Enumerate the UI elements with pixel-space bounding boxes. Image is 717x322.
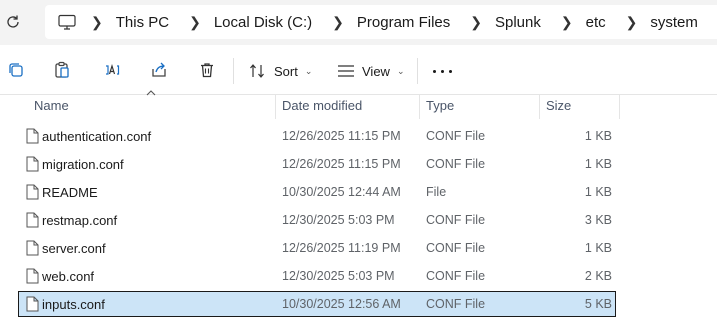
file-size: 5 KB	[584, 297, 612, 311]
table-row[interactable]: README 10/30/2025 12:44 AM File 1 KB	[18, 179, 616, 205]
file-date: 12/30/2025 5:03 PM	[282, 213, 395, 227]
chevron-right-icon[interactable]: ❯	[470, 15, 482, 29]
more-options-icon[interactable]	[433, 70, 453, 74]
file-type: File	[426, 185, 447, 199]
file-size: 2 KB	[584, 269, 612, 283]
breadcrumb-local-disk[interactable]: Local Disk (C:)	[214, 14, 312, 31]
file-type: CONF File	[426, 241, 486, 255]
file-type: CONF File	[426, 269, 486, 283]
file-type: CONF File	[426, 297, 486, 311]
column-divider[interactable]	[619, 95, 620, 119]
file-date: 12/26/2025 11:15 PM	[282, 157, 401, 171]
sort-label: Sort	[274, 63, 298, 79]
view-button[interactable]: View ⌄	[337, 60, 405, 82]
file-size: 1 KB	[584, 157, 612, 171]
breadcrumb[interactable]: ❯ This PC ❯ Local Disk (C:) ❯ Program Fi…	[45, 5, 717, 39]
file-date: 12/30/2025 5:03 PM	[282, 269, 395, 283]
command-bar: Sort ⌄ View ⌄	[0, 46, 717, 95]
file-size: 1 KB	[584, 129, 612, 143]
column-divider[interactable]	[539, 95, 540, 119]
breadcrumb-program-files[interactable]: Program Files	[357, 14, 450, 31]
delete-icon[interactable]	[198, 61, 216, 79]
file-date: 12/26/2025 11:19 PM	[282, 241, 401, 255]
column-divider[interactable]	[275, 95, 276, 119]
sort-icon	[250, 64, 264, 78]
column-divider[interactable]	[419, 95, 420, 119]
column-header-row: Name Date modified Type Size	[0, 95, 717, 119]
file-name: restmap.conf	[42, 213, 118, 228]
column-header-type[interactable]: Type	[426, 98, 454, 113]
refresh-icon[interactable]	[4, 13, 22, 31]
file-icon	[26, 212, 39, 228]
chevron-down-icon: ⌄	[304, 65, 313, 76]
view-label: View	[362, 63, 390, 79]
chevron-right-icon[interactable]: ❯	[91, 15, 103, 29]
chevron-right-icon[interactable]: ❯	[561, 15, 573, 29]
file-icon	[26, 268, 39, 284]
file-name: authentication.conf	[42, 129, 152, 144]
file-type: CONF File	[426, 157, 486, 171]
file-size: 1 KB	[584, 185, 612, 199]
breadcrumb-etc[interactable]: etc	[586, 14, 606, 31]
breadcrumb-splunk[interactable]: Splunk	[495, 14, 541, 31]
toolbar-divider	[417, 58, 418, 84]
chevron-right-icon[interactable]: ❯	[626, 15, 638, 29]
file-icon	[26, 296, 39, 312]
breadcrumb-this-pc[interactable]: This PC	[116, 14, 169, 31]
breadcrumb-system[interactable]: system	[650, 14, 698, 31]
file-size: 1 KB	[584, 241, 612, 255]
table-row-selected[interactable]: inputs.conf 10/30/2025 12:56 AM CONF Fil…	[18, 291, 616, 317]
file-name: inputs.conf	[42, 297, 105, 312]
table-row[interactable]: authentication.conf 12/26/2025 11:15 PM …	[18, 123, 616, 149]
file-icon	[26, 184, 39, 200]
file-date: 10/30/2025 12:44 AM	[282, 185, 401, 199]
address-bar-row: ❯ This PC ❯ Local Disk (C:) ❯ Program Fi…	[0, 0, 717, 45]
table-row[interactable]: server.conf 12/26/2025 11:19 PM CONF Fil…	[18, 235, 616, 261]
file-name: README	[42, 185, 98, 200]
table-row[interactable]: migration.conf 12/26/2025 11:15 PM CONF …	[18, 151, 616, 177]
file-type: CONF File	[426, 129, 486, 143]
paste-icon[interactable]	[53, 61, 71, 79]
column-header-size[interactable]: Size	[546, 98, 571, 113]
table-row[interactable]: restmap.conf 12/30/2025 5:03 PM CONF Fil…	[18, 207, 616, 233]
file-name: migration.conf	[42, 157, 124, 172]
file-icon	[26, 240, 39, 256]
toolbar-divider	[233, 58, 234, 84]
file-name: web.conf	[42, 269, 95, 284]
chevron-right-icon[interactable]: ❯	[189, 15, 201, 29]
share-icon[interactable]	[150, 61, 168, 79]
file-icon	[26, 156, 39, 172]
copy-icon[interactable]	[7, 61, 25, 79]
sort-button[interactable]: Sort ⌄	[249, 60, 312, 82]
column-header-date[interactable]: Date modified	[282, 98, 362, 113]
chevron-down-icon: ⌄	[396, 65, 405, 76]
this-pc-icon[interactable]	[58, 14, 76, 30]
table-row[interactable]: web.conf 12/30/2025 5:03 PM CONF File 2 …	[18, 263, 616, 289]
file-size: 3 KB	[584, 213, 612, 227]
file-type: CONF File	[426, 213, 486, 227]
view-icon	[338, 65, 354, 77]
file-date: 12/26/2025 11:15 PM	[282, 129, 401, 143]
rename-icon[interactable]	[103, 61, 121, 79]
chevron-right-icon[interactable]: ❯	[332, 15, 344, 29]
file-icon	[26, 128, 39, 144]
file-date: 10/30/2025 12:56 AM	[282, 297, 401, 311]
column-header-name[interactable]: Name	[34, 98, 69, 113]
file-name: server.conf	[42, 241, 106, 256]
